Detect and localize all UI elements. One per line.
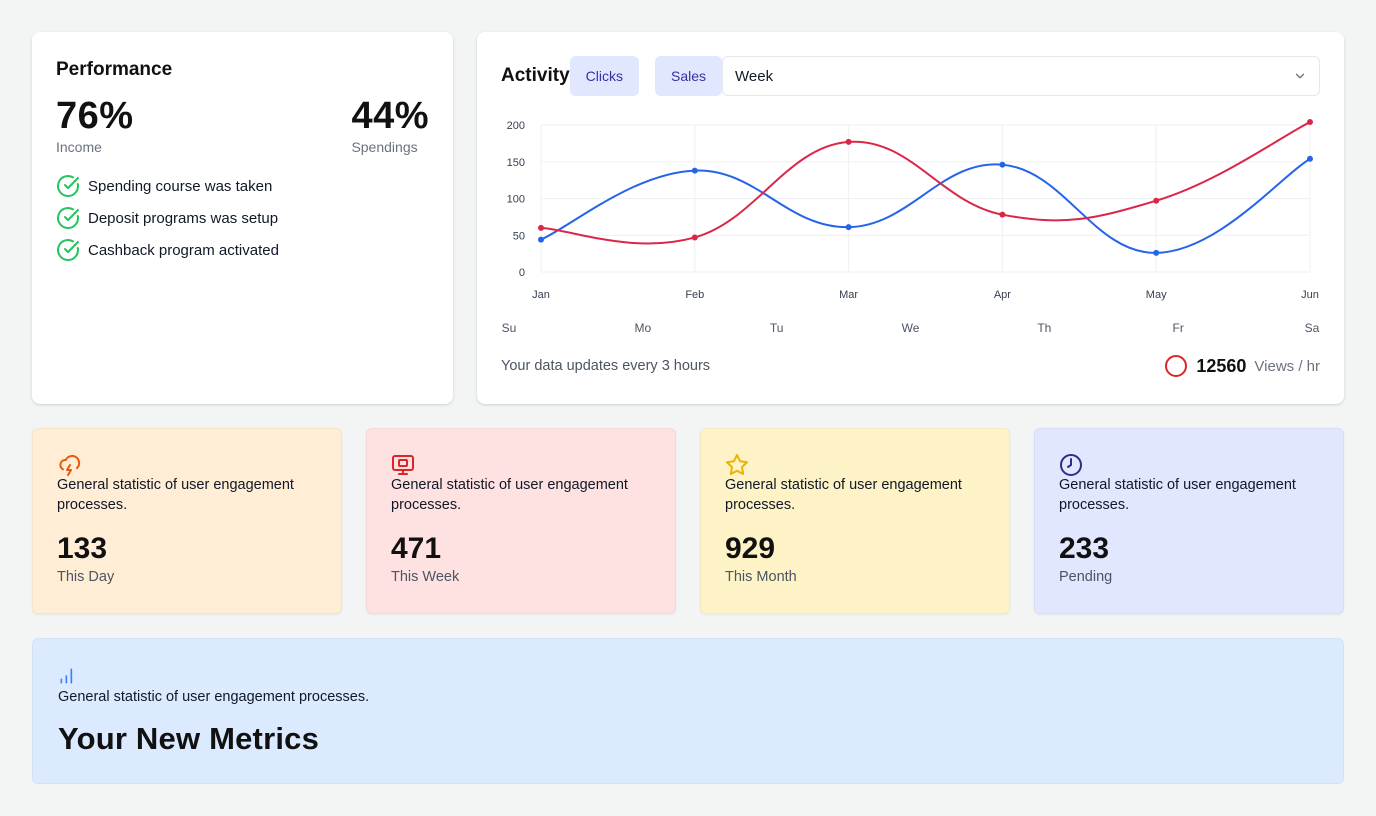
data-point bbox=[1153, 197, 1160, 204]
data-point bbox=[999, 211, 1006, 218]
activity-line-chart: 0 50 100 150 200 Jan Feb Mar Apr May Jun Su Mo Tu We Th… bbox=[502, 119, 1320, 335]
data-point bbox=[1307, 155, 1313, 162]
stat-card-value: 133 bbox=[57, 532, 108, 565]
day-label: Sa bbox=[1305, 321, 1320, 335]
stat-card-pending: General statistic of user engagement pro… bbox=[1034, 428, 1344, 614]
presentation-icon bbox=[392, 455, 414, 475]
star-icon bbox=[726, 454, 748, 476]
checklist-item: Spending course was taken bbox=[56, 174, 429, 198]
activity-footer: Your data updates every 3 hours 12560 Vi… bbox=[501, 354, 1320, 378]
data-point bbox=[691, 167, 698, 174]
stat-card-value: 471 bbox=[391, 532, 442, 565]
x-tick-label: Jan bbox=[532, 289, 550, 301]
y-tick-label: 100 bbox=[507, 194, 525, 206]
spendings-stat: 44% Spendings bbox=[351, 96, 429, 156]
stat-card-value: 233 bbox=[1059, 532, 1110, 565]
x-tick-label: Apr bbox=[994, 289, 1011, 301]
x-tick-label: Feb bbox=[685, 289, 704, 301]
performance-card: Performance 76% Income 44% Spendings Spe… bbox=[32, 32, 453, 404]
views-ring-icon bbox=[1165, 355, 1188, 377]
y-tick-label: 150 bbox=[507, 157, 525, 169]
check-circle-icon bbox=[57, 175, 79, 197]
y-tick-label: 0 bbox=[519, 267, 525, 279]
metrics-banner: General statistic of user engagement pro… bbox=[32, 638, 1344, 784]
checklist-item-label: Spending course was taken bbox=[88, 177, 273, 195]
checklist: Spending course was taken Deposit progra… bbox=[56, 174, 429, 262]
stat-card-label: This Day bbox=[57, 569, 115, 585]
data-point bbox=[691, 234, 698, 241]
metrics-heading: Your New Metrics bbox=[58, 721, 320, 756]
data-point bbox=[845, 224, 852, 231]
performance-title: Performance bbox=[56, 59, 173, 80]
checklist-item-label: Deposit programs was setup bbox=[88, 209, 279, 227]
spendings-value: 44% bbox=[351, 95, 429, 137]
day-label: We bbox=[902, 321, 920, 335]
views-value: 12560 bbox=[1196, 355, 1247, 376]
income-stat: 76% Income bbox=[56, 96, 134, 156]
stat-card-label: This Week bbox=[391, 569, 460, 585]
stat-card-description: General statistic of user engagement pro… bbox=[1059, 477, 1296, 513]
data-point bbox=[538, 224, 544, 231]
stat-card-label: This Month bbox=[725, 569, 797, 585]
update-note: Your data updates every 3 hours bbox=[501, 358, 711, 374]
checklist-item: Cashback program activated bbox=[56, 238, 429, 262]
stat-card-value: 929 bbox=[725, 532, 776, 565]
spendings-label: Spendings bbox=[351, 139, 418, 155]
checklist-item-label: Cashback program activated bbox=[88, 241, 279, 259]
day-label: Tu bbox=[770, 321, 784, 335]
data-point bbox=[538, 236, 544, 243]
day-label: Th bbox=[1037, 321, 1051, 335]
stat-card-week: General statistic of user engagement pro… bbox=[366, 428, 676, 614]
stat-card-description: General statistic of user engagement pro… bbox=[57, 477, 294, 513]
stat-card-description: General statistic of user engagement pro… bbox=[391, 477, 628, 513]
clock-icon bbox=[1060, 454, 1082, 476]
views-unit: Views / hr bbox=[1254, 357, 1320, 375]
data-point bbox=[845, 138, 852, 145]
x-tick-label: May bbox=[1146, 289, 1167, 301]
series-line-1 bbox=[540, 121, 1311, 245]
check-circle-icon bbox=[57, 207, 79, 229]
x-tick-label: Jun bbox=[1301, 289, 1319, 301]
day-label: Mo bbox=[634, 321, 651, 335]
bar-chart-icon bbox=[60, 668, 73, 684]
stat-card-day: General statistic of user engagement pro… bbox=[32, 428, 342, 614]
stat-card-month: General statistic of user engagement pro… bbox=[700, 428, 1010, 614]
stat-card-description: General statistic of user engagement pro… bbox=[725, 477, 962, 513]
day-label: Fr bbox=[1173, 321, 1184, 335]
stat-card-label: Pending bbox=[1059, 569, 1113, 585]
day-label: Su bbox=[502, 321, 517, 335]
activity-card: Activity Clicks Sales Week 0 50 100 150 200 J… bbox=[477, 32, 1344, 404]
checklist-item: Deposit programs was setup bbox=[56, 206, 429, 230]
income-value: 76% bbox=[56, 95, 134, 137]
data-point bbox=[1153, 249, 1160, 256]
data-point bbox=[1307, 119, 1313, 126]
y-tick-label: 50 bbox=[513, 230, 525, 242]
cloud-lightning-icon bbox=[59, 454, 81, 476]
income-label: Income bbox=[56, 139, 102, 155]
data-point bbox=[999, 161, 1006, 168]
metrics-description: General statistic of user engagement pro… bbox=[58, 689, 370, 705]
y-tick-label: 200 bbox=[507, 120, 525, 132]
performance-stats: 76% Income 44% Spendings bbox=[56, 96, 429, 156]
views-indicator: 12560 Views / hr bbox=[1165, 355, 1320, 377]
check-circle-icon bbox=[57, 239, 79, 261]
x-tick-label: Mar bbox=[839, 289, 858, 301]
